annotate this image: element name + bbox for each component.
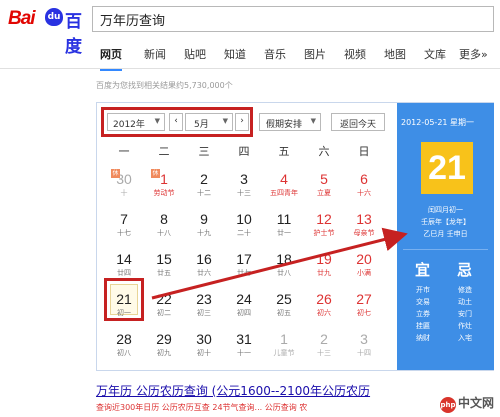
watermark-logo: php: [439, 397, 456, 413]
annotation-arrow: [151, 227, 408, 300]
result-title-link[interactable]: 万年历 公历农历查询 (公元1600--2100年公历农历: [96, 382, 370, 399]
result-description: 查询近300年日历 公历农历互查 24节气查询... 公历查询 农: [96, 403, 308, 412]
arrow-line: [151, 227, 408, 300]
watermark-text: 中文网: [457, 396, 494, 410]
watermark: php 中文网: [439, 394, 494, 413]
